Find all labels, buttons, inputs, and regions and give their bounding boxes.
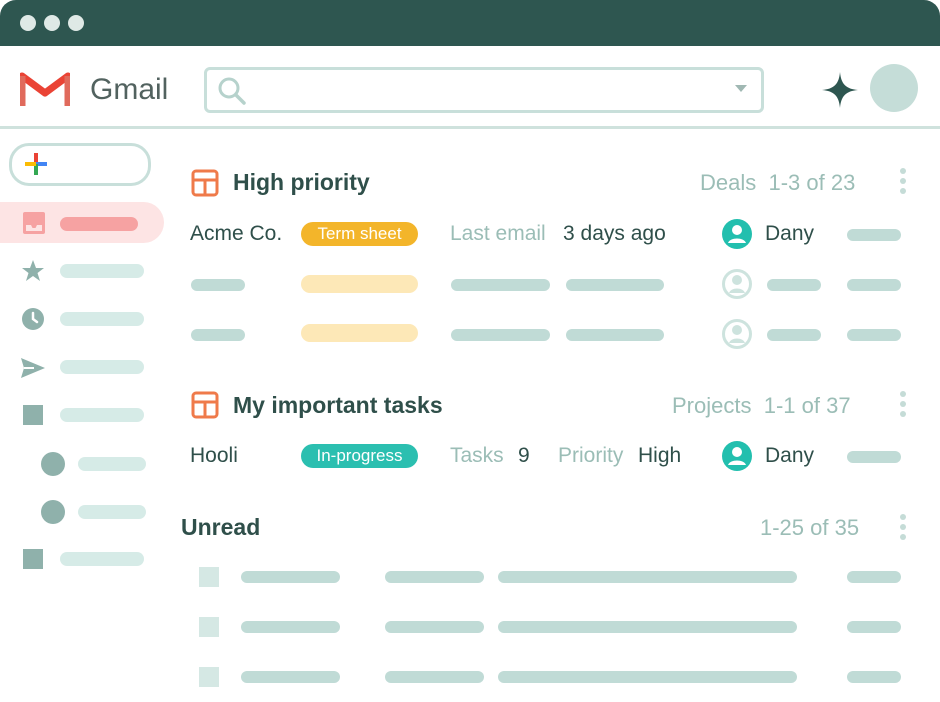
placeholder-bar <box>847 329 901 341</box>
window-dot-close[interactable] <box>20 15 36 31</box>
field-label: Last email <box>450 222 546 245</box>
placeholder-bar <box>451 279 550 291</box>
section-title: Unread <box>181 514 261 540</box>
row-checkbox[interactable] <box>199 667 219 687</box>
placeholder-bar <box>385 671 484 683</box>
field-value: 9 <box>518 444 530 467</box>
app-brand-name: Gmail <box>90 73 169 106</box>
placeholder-bar <box>847 571 901 583</box>
more-vert-icon[interactable] <box>900 514 906 544</box>
person-name: Dany <box>765 444 815 467</box>
sidebar-item-label <box>60 217 138 231</box>
status-chip[interactable]: In-progress <box>301 444 418 468</box>
window-dot-minimize[interactable] <box>44 15 60 31</box>
section-grid-icon <box>191 169 219 197</box>
search-bar[interactable] <box>204 67 764 113</box>
placeholder-bar <box>241 621 340 633</box>
sidebar-item-label <box>78 505 146 519</box>
label-square-icon[interactable] <box>23 549 43 569</box>
send-icon[interactable] <box>20 356 46 380</box>
row-checkbox[interactable] <box>199 617 219 637</box>
section-meta: Deals 1-3 of 23 <box>700 170 856 195</box>
placeholder-bar <box>498 671 797 683</box>
person-icon <box>722 441 752 471</box>
placeholder-bar <box>566 279 664 291</box>
plus-icon <box>25 153 47 175</box>
placeholder-bar <box>385 621 484 633</box>
window-dot-maximize[interactable] <box>68 15 84 31</box>
placeholder-bar <box>241 671 340 683</box>
placeholder-bar <box>191 329 245 341</box>
row-name[interactable]: Acme Co. <box>190 222 282 246</box>
gmail-logo-icon <box>20 72 70 106</box>
clock-icon[interactable] <box>21 307 45 331</box>
label-circle-icon[interactable] <box>41 500 65 524</box>
placeholder-bar <box>767 279 821 291</box>
section-meta: 1-25 of 35 <box>760 515 860 540</box>
sparkle-icon[interactable] <box>820 70 860 110</box>
window-titlebar <box>0 0 940 46</box>
sidebar-item-label <box>60 264 144 278</box>
section-meta: Projects 1-1 of 37 <box>672 393 851 418</box>
chevron-down-icon[interactable] <box>735 85 747 92</box>
more-vert-icon[interactable] <box>900 168 906 198</box>
label-square-icon[interactable] <box>23 405 43 425</box>
placeholder-bar <box>847 279 901 291</box>
field-value: High <box>638 444 682 467</box>
account-avatar[interactable] <box>870 64 918 112</box>
placeholder-chip <box>301 275 418 293</box>
star-icon[interactable] <box>21 259 45 283</box>
person-name: Dany <box>765 222 815 245</box>
placeholder-bar <box>847 229 901 241</box>
sidebar-item-label <box>60 312 144 326</box>
label-circle-icon[interactable] <box>41 452 65 476</box>
compose-button[interactable] <box>9 143 151 186</box>
placeholder-bar <box>767 329 821 341</box>
sidebar-item-label <box>60 552 144 566</box>
row-name[interactable]: Hooli <box>190 444 238 468</box>
placeholder-bar <box>498 571 797 583</box>
section-grid-icon <box>191 391 219 419</box>
field-label: Tasks <box>450 444 504 467</box>
person-icon <box>722 219 752 249</box>
placeholder-bar <box>385 571 484 583</box>
sidebar-item-label <box>60 408 144 422</box>
more-vert-icon[interactable] <box>900 391 906 421</box>
section-title: High priority <box>233 169 370 195</box>
placeholder-chip <box>301 324 418 342</box>
placeholder-bar <box>847 671 901 683</box>
row-checkbox[interactable] <box>199 567 219 587</box>
status-chip[interactable]: Term sheet <box>301 222 418 246</box>
sidebar-item-label <box>78 457 146 471</box>
placeholder-bar <box>566 329 664 341</box>
person-outline-icon <box>722 319 752 349</box>
placeholder-bar <box>847 621 901 633</box>
field-value: 3 days ago <box>563 222 666 245</box>
placeholder-bar <box>451 329 550 341</box>
placeholder-bar <box>191 279 245 291</box>
field-label: Priority <box>558 444 624 467</box>
app-header: Gmail <box>0 46 940 129</box>
placeholder-bar <box>241 571 340 583</box>
sidebar-item-label <box>60 360 144 374</box>
placeholder-bar <box>847 451 901 463</box>
placeholder-bar <box>498 621 797 633</box>
search-icon <box>218 77 246 105</box>
person-outline-icon <box>722 269 752 299</box>
section-title: My important tasks <box>233 392 443 418</box>
inbox-icon <box>23 212 45 234</box>
